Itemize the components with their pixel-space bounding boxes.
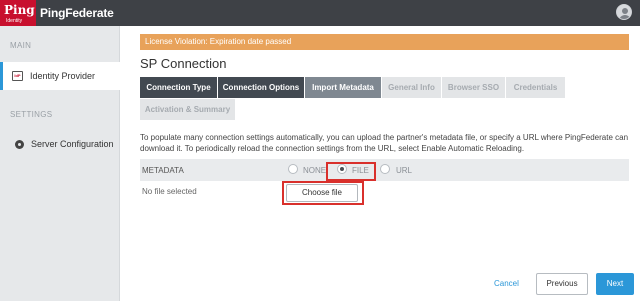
file-status: No file selected <box>142 187 197 196</box>
tab-general-info[interactable]: General Info <box>382 77 441 98</box>
sidebar-item-identity-provider[interactable]: IdP Identity Provider <box>0 62 120 90</box>
logo-subtext: Identity <box>6 18 23 24</box>
banner-text: License Violation: Expiration date passe… <box>145 37 292 46</box>
user-icon[interactable] <box>616 4 632 20</box>
license-violation-banner: License Violation: Expiration date passe… <box>140 34 629 50</box>
logo-text: Ping <box>4 3 35 17</box>
choose-file-highlight <box>282 181 364 205</box>
product-name: PingFederate <box>40 6 114 20</box>
sidebar-item-label: Identity Provider <box>30 71 96 81</box>
tab-connection-type[interactable]: Connection Type <box>140 77 217 98</box>
previous-button[interactable]: Previous <box>536 273 588 295</box>
ping-logo: Ping Identity <box>0 0 36 26</box>
sidebar-header-main: MAIN <box>10 41 32 50</box>
sidebar-header-settings: SETTINGS <box>10 110 53 119</box>
top-bar: Ping Identity PingFederate <box>0 0 640 26</box>
file-option-highlight <box>326 162 376 181</box>
metadata-url-label[interactable]: URL <box>396 166 412 175</box>
tab-credentials[interactable]: Credentials <box>506 77 565 98</box>
gear-icon <box>15 140 24 149</box>
tab-activation-summary[interactable]: Activation & Summary <box>140 99 235 120</box>
metadata-row: METADATA NONE FILE URL <box>140 159 629 181</box>
sidebar: MAIN IdP Identity Provider SETTINGS Serv… <box>0 26 120 301</box>
cancel-link[interactable]: Cancel <box>494 279 519 288</box>
tab-import-metadata[interactable]: Import Metadata <box>305 77 381 98</box>
sidebar-item-label: Server Configuration <box>31 139 114 149</box>
page-title: SP Connection <box>140 56 227 71</box>
next-button[interactable]: Next <box>596 273 634 295</box>
tab-connection-options[interactable]: Connection Options <box>218 77 304 98</box>
sidebar-item-server-configuration[interactable]: Server Configuration <box>0 130 120 158</box>
identity-provider-icon: IdP <box>12 71 23 81</box>
import-metadata-description: To populate many connection settings aut… <box>140 133 629 153</box>
tab-browser-sso[interactable]: Browser SSO <box>442 77 505 98</box>
metadata-none-radio[interactable] <box>288 164 298 174</box>
metadata-label: METADATA <box>142 166 184 175</box>
metadata-url-radio[interactable] <box>380 164 390 174</box>
metadata-none-label[interactable]: NONE <box>303 166 326 175</box>
